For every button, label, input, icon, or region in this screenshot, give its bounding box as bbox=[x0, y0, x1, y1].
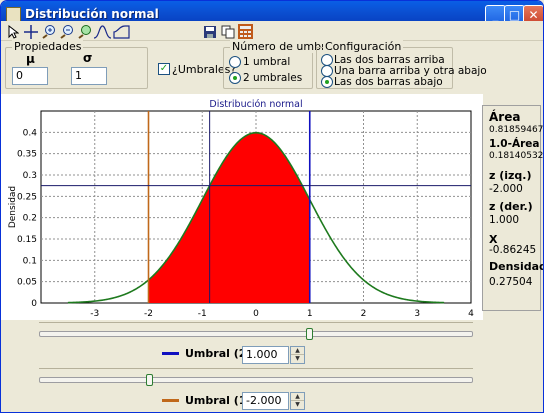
x-tick-label: 2 bbox=[361, 309, 367, 319]
umbral-2-slider-thumb[interactable] bbox=[306, 328, 313, 340]
copy-icon[interactable] bbox=[219, 23, 236, 40]
y-tick-label: 0.15 bbox=[17, 235, 37, 245]
area-icon[interactable] bbox=[113, 23, 130, 40]
normal-distribution-chart[interactable]: -3 -2 -1 0 1 2 3 4 0 0.05 0.1 0.15 0.2 0.25 0.3 0.35 0.4… bbox=[1, 94, 483, 320]
divider bbox=[39, 322, 473, 323]
umbral-1-spinner[interactable]: ▲ ▼ bbox=[290, 392, 305, 410]
app-icon bbox=[6, 7, 21, 22]
umbrales-checkbox[interactable]: ✓ bbox=[158, 63, 170, 75]
y-tick-label: 0.25 bbox=[17, 192, 37, 202]
complement-value: 0.181405322 bbox=[489, 151, 544, 161]
radio-dos-barras-abajo-label: Las dos barras abajo bbox=[334, 76, 443, 88]
crosshair-icon[interactable] bbox=[22, 23, 39, 40]
sigma-label: σ bbox=[83, 51, 93, 65]
y-tick-label: 0.35 bbox=[17, 150, 37, 160]
area-value: 0.818594678 bbox=[489, 125, 544, 135]
y-tick-label: 0.4 bbox=[23, 128, 38, 138]
x-tick-label: -2 bbox=[144, 309, 153, 319]
complement-label: 1.0-Área bbox=[489, 138, 540, 150]
area-label: Área bbox=[489, 110, 521, 124]
chart-title: Distribución normal bbox=[209, 99, 302, 110]
calculator-icon[interactable] bbox=[237, 23, 254, 40]
umbral-1-color-swatch bbox=[162, 399, 179, 402]
umbral-2-input[interactable]: 1.000 bbox=[242, 346, 289, 364]
umbral-2-slider[interactable] bbox=[39, 331, 473, 337]
radio-2-umbrales[interactable] bbox=[229, 72, 241, 84]
y-tick-label: 0.2 bbox=[23, 214, 37, 224]
umbral-2-spinner[interactable]: ▲ ▼ bbox=[290, 346, 305, 364]
y-tick-label: 0.3 bbox=[23, 171, 37, 181]
zoom-out-icon[interactable] bbox=[58, 23, 75, 40]
zoom-icon[interactable] bbox=[76, 23, 93, 40]
curve-icon[interactable] bbox=[94, 23, 111, 40]
plot-area: -3 -2 -1 0 1 2 3 4 0 0.05 0.1 0.15 0.2 0.25 0.3 0.35 0.4… bbox=[1, 94, 483, 320]
pointer-icon[interactable] bbox=[4, 23, 21, 40]
radio-1-umbral[interactable] bbox=[229, 56, 241, 68]
x-tick-label: -1 bbox=[198, 309, 207, 319]
y-tick-label: 0.05 bbox=[17, 278, 37, 288]
mu-input[interactable]: 0 bbox=[12, 67, 48, 85]
zoom-in-icon[interactable] bbox=[40, 23, 57, 40]
y-tick-label: 0 bbox=[31, 299, 37, 309]
density-label: Densidad bbox=[489, 260, 544, 273]
mu-label: μ bbox=[26, 52, 35, 66]
results-panel: Área 0.818594678 1.0-Área 0.181405322 z … bbox=[482, 105, 544, 311]
x-tick-label: 3 bbox=[414, 309, 420, 319]
x-tick-label: -3 bbox=[90, 309, 99, 319]
z-right-value: 1.000 bbox=[489, 214, 520, 226]
radio-1-umbral-label: 1 umbral bbox=[243, 56, 291, 68]
umbral-1-slider[interactable] bbox=[39, 377, 473, 383]
toolbar bbox=[1, 21, 543, 41]
configuracion-label: Configuración bbox=[323, 40, 404, 53]
umbral-1-slider-thumb[interactable] bbox=[146, 374, 153, 386]
umbral-2-color-swatch bbox=[162, 352, 179, 355]
x-tick-label: 1 bbox=[307, 309, 313, 319]
z-left-label: z (izq.) bbox=[489, 169, 532, 182]
save-icon[interactable] bbox=[201, 23, 218, 40]
app-window: Distribución normal _ □ ✕ Propiedades μ … bbox=[0, 0, 544, 413]
z-right-label: z (der.) bbox=[489, 200, 533, 213]
window-title: Distribución normal bbox=[25, 7, 159, 21]
propiedades-label: Propiedades bbox=[12, 40, 84, 53]
radio-2-umbrales-label: 2 umbrales bbox=[243, 72, 303, 84]
x-tick-label: 4 bbox=[468, 309, 474, 319]
z-left-value: -2.000 bbox=[489, 183, 523, 195]
x-value: -0.86245 bbox=[489, 244, 537, 256]
y-axis-label: Densidad bbox=[8, 186, 18, 228]
radio-dos-barras-abajo[interactable] bbox=[321, 76, 333, 88]
y-tick-label: 0.1 bbox=[23, 256, 37, 266]
umbral-1-input[interactable]: -2.000 bbox=[242, 392, 289, 410]
sigma-input[interactable]: 1 bbox=[71, 67, 107, 85]
x-tick-label: 0 bbox=[253, 309, 259, 319]
density-value: 0.27504 bbox=[489, 276, 533, 288]
divider bbox=[39, 368, 473, 369]
